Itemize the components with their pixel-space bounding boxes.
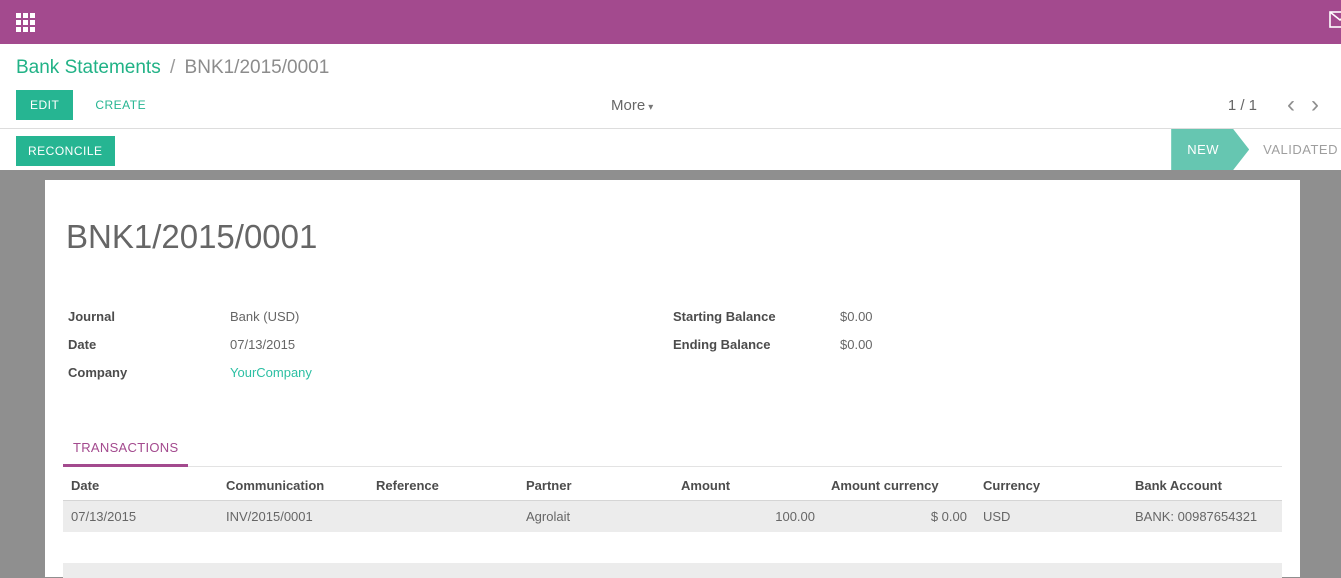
journal-field-label: Journal [68, 309, 230, 324]
pager: 1 / 1 ‹ › [1228, 95, 1327, 115]
edit-button[interactable]: EDIT [16, 90, 73, 120]
status-state-new[interactable]: NEW [1171, 129, 1249, 170]
notebook: TRANSACTIONS Date Communication Referenc… [63, 439, 1282, 578]
messages-envelope-icon[interactable] [1329, 11, 1341, 33]
starting-balance-label: Starting Balance [673, 309, 840, 324]
cell-bank-account: BANK: 00987654321 [1127, 501, 1282, 533]
top-navbar [0, 0, 1341, 44]
cell-currency: USD [975, 501, 1127, 533]
date-field-label: Date [68, 337, 230, 352]
breadcrumb-current: BNK1/2015/0001 [185, 57, 330, 78]
breadcrumb-separator: / [166, 57, 179, 78]
apps-menu-icon[interactable] [16, 13, 35, 32]
chevron-down-icon: ▾ [648, 102, 653, 113]
col-header-amount: Amount [673, 470, 823, 501]
field-group-left: Journal Bank (USD) Date 07/13/2015 Compa… [68, 302, 673, 386]
more-dropdown[interactable]: More▾ [611, 97, 653, 114]
cell-date: 07/13/2015 [63, 501, 218, 533]
company-field-label: Company [68, 365, 230, 380]
empty-notes-area [63, 563, 1282, 578]
col-header-reference: Reference [368, 470, 518, 501]
breadcrumb: Bank Statements / BNK1/2015/0001 [0, 44, 1341, 83]
journal-field-value: Bank (USD) [230, 309, 299, 324]
more-dropdown-label: More [611, 97, 645, 114]
tab-bar: TRANSACTIONS [63, 439, 1282, 467]
create-button[interactable]: CREATE [89, 97, 152, 113]
col-header-partner: Partner [518, 470, 673, 501]
company-field-link[interactable]: YourCompany [230, 365, 312, 380]
record-title: BNK1/2015/0001 [63, 180, 1282, 256]
cell-reference [368, 501, 518, 533]
cell-communication: INV/2015/0001 [218, 501, 368, 533]
starting-balance-value: $0.00 [840, 309, 873, 324]
cell-partner: Agrolait [518, 501, 673, 533]
col-header-amount-currency: Amount currency [823, 470, 975, 501]
date-field-value: 07/13/2015 [230, 337, 295, 352]
pager-next-icon[interactable]: › [1303, 95, 1327, 115]
ending-balance-value: $0.00 [840, 337, 873, 352]
reconcile-button[interactable]: RECONCILE [16, 136, 115, 166]
statusbar: RECONCILE NEW VALIDATED [0, 129, 1341, 170]
tab-transactions[interactable]: TRANSACTIONS [63, 440, 188, 467]
transactions-table: Date Communication Reference Partner Amo… [63, 470, 1282, 532]
table-row[interactable]: 07/13/2015 INV/2015/0001 Agrolait 100.00… [63, 501, 1282, 533]
col-header-bank-account: Bank Account [1127, 470, 1282, 501]
field-groups: Journal Bank (USD) Date 07/13/2015 Compa… [63, 302, 1282, 386]
cell-amount-currency: $ 0.00 [823, 501, 975, 533]
table-header-row: Date Communication Reference Partner Amo… [63, 470, 1282, 501]
status-pipeline: NEW VALIDATED [1171, 129, 1341, 170]
col-header-date: Date [63, 470, 218, 501]
ending-balance-label: Ending Balance [673, 337, 840, 352]
cell-amount: 100.00 [673, 501, 823, 533]
breadcrumb-parent-link[interactable]: Bank Statements [16, 57, 161, 78]
pager-value: 1 / 1 [1228, 97, 1257, 114]
control-panel: Bank Statements / BNK1/2015/0001 EDIT CR… [0, 44, 1341, 129]
col-header-communication: Communication [218, 470, 368, 501]
form-view-background: BNK1/2015/0001 Journal Bank (USD) Date 0… [0, 170, 1341, 577]
status-state-validated[interactable]: VALIDATED [1249, 142, 1341, 157]
pager-previous-icon[interactable]: ‹ [1279, 95, 1303, 115]
form-sheet: BNK1/2015/0001 Journal Bank (USD) Date 0… [45, 180, 1300, 577]
field-group-right: Starting Balance $0.00 Ending Balance $0… [673, 302, 873, 386]
col-header-currency: Currency [975, 470, 1127, 501]
